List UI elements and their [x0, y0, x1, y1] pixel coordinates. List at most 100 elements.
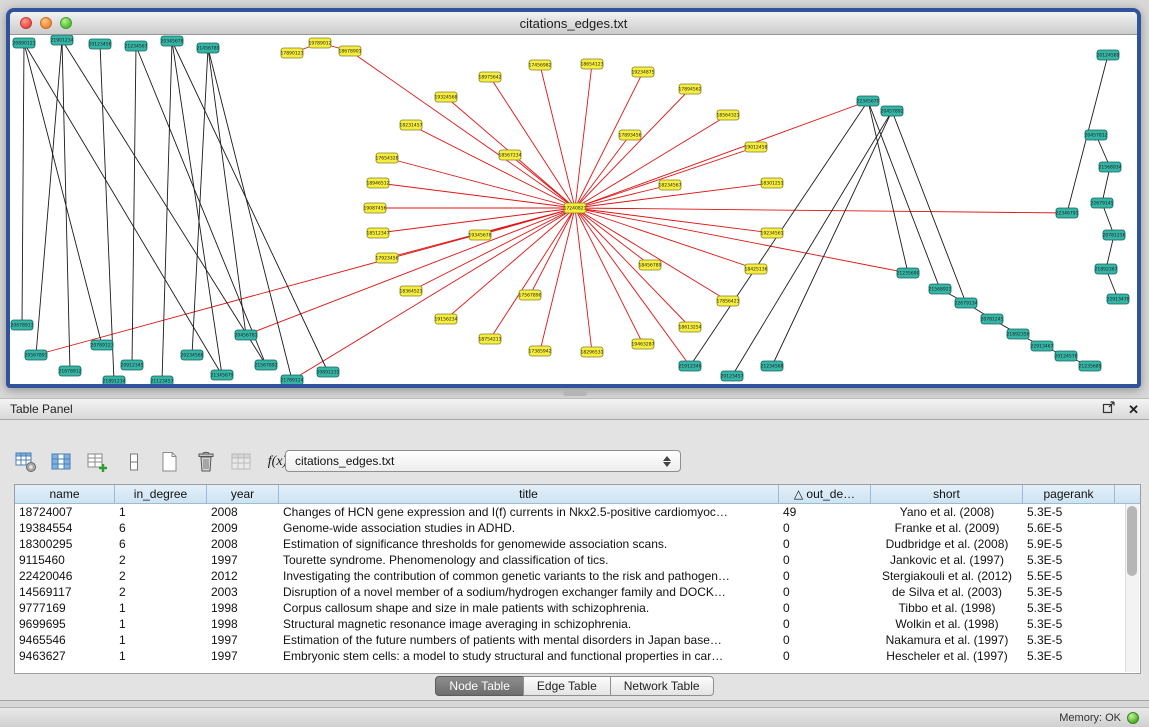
graph-node-label: 18512347 — [367, 231, 390, 237]
graph-node-label: 18946512 — [367, 181, 390, 187]
network-canvas[interactable]: 1724082118301251190124581856432117894562… — [10, 35, 1137, 384]
network-graph[interactable]: 1724082118301251190124581856432117894562… — [10, 35, 1137, 384]
cell-pagerank: 5.3E-5 — [1023, 648, 1115, 664]
table-row[interactable]: 911546021997Tourette syndrome. Phenomeno… — [15, 552, 1140, 568]
graph-edge — [136, 46, 266, 365]
graph-node-label: 21891234 — [103, 379, 126, 384]
cell-in_degree: 1 — [115, 616, 207, 632]
show-columns-button[interactable] — [48, 449, 75, 476]
window-titlebar[interactable]: citations_edges.txt — [10, 12, 1137, 35]
table-row[interactable]: 1830029562008Estimation of significance … — [15, 536, 1140, 552]
minimize-window-button[interactable] — [40, 17, 52, 29]
table-row[interactable]: 946362711997Embryonic stem cells: a mode… — [15, 648, 1140, 664]
graph-node-label: 19463287 — [632, 342, 655, 348]
column-header-out_degree[interactable]: △ out_de… — [779, 485, 871, 504]
graph-node-label: 20124578 — [1055, 354, 1078, 360]
graph-node-label: 20123457 — [721, 374, 744, 380]
table-select-dropdown[interactable]: citations_edges.txt — [285, 450, 681, 472]
table-scrollbar[interactable] — [1125, 504, 1139, 672]
graph-edge — [575, 147, 756, 208]
table-row[interactable]: 946554611997Estimation of the future num… — [15, 632, 1140, 648]
column-header-in_degree[interactable]: in_degree — [115, 485, 207, 504]
graph-edge — [575, 208, 592, 352]
column-header-short[interactable]: short — [871, 485, 1023, 504]
cell-out_degree: 0 — [779, 600, 871, 616]
graph-edge — [540, 208, 575, 351]
graph-node-label: 18364521 — [400, 289, 423, 295]
panel-header-icons: ✕ — [1102, 400, 1139, 419]
new-table-button[interactable] — [156, 449, 183, 476]
delete-table-button[interactable] — [192, 449, 219, 476]
cell-out_degree: 49 — [779, 504, 871, 520]
graph-node-label: 20891235 — [317, 370, 340, 376]
cell-name: 22420046 — [15, 568, 115, 584]
table-toolbar: f(x) — [12, 448, 291, 476]
cell-name: 9115460 — [15, 552, 115, 568]
column-header-name[interactable]: name — [15, 485, 115, 504]
cell-out_degree: 0 — [779, 616, 871, 632]
cell-short: Wolkin et al. (1998) — [871, 616, 1023, 632]
graph-edge — [208, 48, 246, 335]
graph-node-label: 18231457 — [400, 123, 423, 129]
graph-node-label: 21678912 — [59, 369, 82, 375]
table-row[interactable]: 1938455462009Genome-wide association stu… — [15, 520, 1140, 536]
table-row[interactable]: 1456911722003Disruption of a novel membe… — [15, 584, 1140, 600]
zoom-window-button[interactable] — [60, 17, 72, 29]
table-panel-header: Table Panel ✕ — [0, 398, 1149, 420]
graph-edge — [22, 43, 24, 325]
scrollbar-thumb[interactable] — [1127, 506, 1137, 576]
splitter-handle[interactable] — [563, 391, 587, 396]
cell-short: Jankovic et al. (1997) — [871, 552, 1023, 568]
close-panel-icon[interactable]: ✕ — [1128, 403, 1139, 416]
tab-edge-table[interactable]: Edge Table — [523, 676, 611, 696]
cell-pagerank: 5.5E-5 — [1023, 568, 1115, 584]
create-column-button[interactable] — [84, 449, 111, 476]
float-panel-icon[interactable] — [1102, 400, 1116, 419]
cell-title: Changes of HCN gene expression and I(f) … — [279, 504, 779, 520]
graph-node-label: 17894562 — [679, 87, 702, 93]
column-header-title[interactable]: title — [279, 485, 779, 504]
cell-year: 1997 — [207, 648, 279, 664]
graph-node-label: 21567892 — [255, 363, 278, 369]
dropdown-arrows-icon — [658, 456, 680, 467]
network-window: citations_edges.txt 17240821183012511901… — [6, 8, 1141, 388]
cell-year: 1998 — [207, 600, 279, 616]
cell-short: Dudbridge et al. (2008) — [871, 536, 1023, 552]
graph-node-label: 20789123 — [91, 343, 114, 349]
graph-node-label: 17567890 — [519, 293, 542, 299]
node-table: namein_degreeyeartitle△ out_de…shortpage… — [14, 484, 1141, 674]
tab-network-table[interactable]: Network Table — [610, 676, 714, 696]
cell-out_degree: 0 — [779, 568, 871, 584]
status-bar: Memory: OK — [0, 707, 1149, 727]
column-header-year[interactable]: year — [207, 485, 279, 504]
column-header-pagerank[interactable]: pagerank — [1023, 485, 1115, 504]
graph-edge — [510, 155, 575, 208]
graph-node-label: 20124589 — [1097, 53, 1120, 59]
cell-short: de Silva et al. (2003) — [871, 584, 1023, 600]
row-mode-button[interactable] — [120, 449, 147, 476]
import-table-button[interactable] — [228, 449, 255, 476]
graph-node-label: 19789012 — [309, 41, 332, 47]
graph-edge — [132, 46, 136, 365]
tab-node-table[interactable]: Node Table — [435, 676, 524, 696]
graph-node-label: 21912346 — [679, 364, 702, 370]
graph-node-label: 18234567 — [659, 183, 682, 189]
table-row[interactable]: 1872400712008Changes of HCN gene express… — [15, 504, 1140, 520]
graph-node-label: 19324568 — [435, 95, 458, 101]
graph-node-label: 18567234 — [499, 153, 522, 159]
cell-year: 1997 — [207, 632, 279, 648]
cell-short: Hescheler et al. (1997) — [871, 648, 1023, 664]
graph-node-label: 21234567 — [125, 44, 148, 50]
graph-node-label: 17890123 — [281, 51, 304, 57]
graph-node-label: 17654328 — [376, 156, 399, 162]
cell-out_degree: 0 — [779, 632, 871, 648]
table-row[interactable]: 969969511998Structural magnetic resonanc… — [15, 616, 1140, 632]
memory-ok-icon — [1127, 712, 1139, 724]
memory-status-label: Memory: OK — [1059, 712, 1121, 724]
table-mode-button[interactable] — [12, 449, 39, 476]
graph-node-label: 18456789 — [639, 263, 662, 269]
table-row[interactable]: 977716911998Corpus callosum shape and si… — [15, 600, 1140, 616]
cell-name: 9463627 — [15, 648, 115, 664]
table-row[interactable]: 2242004622012Investigating the contribut… — [15, 568, 1140, 584]
close-window-button[interactable] — [20, 17, 32, 29]
